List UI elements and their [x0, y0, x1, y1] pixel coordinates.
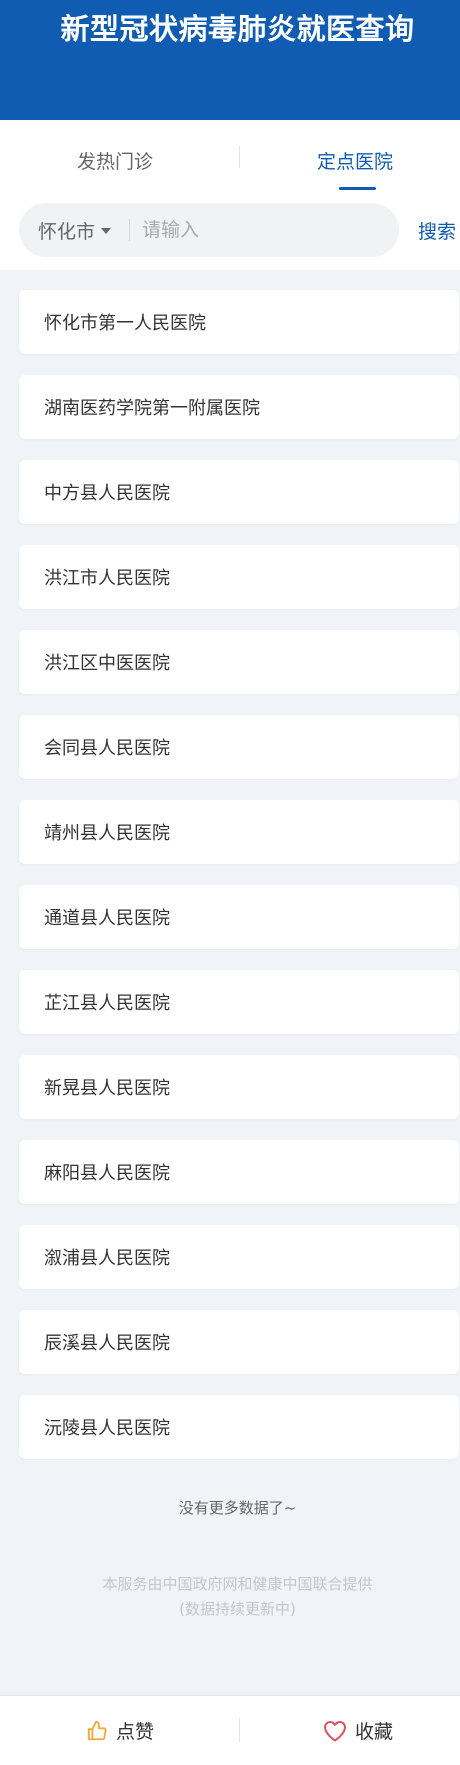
hospital-name: 洪江市人民医院 [44, 568, 170, 589]
hospital-name: 芷江县人民医院 [44, 993, 170, 1014]
hospital-item[interactable]: 会同县人民医院 [19, 715, 459, 779]
hospital-item[interactable]: 沅陵县人民医院 [19, 1395, 459, 1459]
hospital-name: 沅陵县人民医院 [44, 1418, 170, 1439]
service-note-line2: (数据持续更新中) [179, 1600, 296, 1618]
like-button[interactable]: 点赞 [86, 1696, 154, 1765]
caret-down-icon [101, 228, 112, 234]
hospital-item[interactable]: 新晃县人民医院 [19, 1055, 459, 1119]
search-box: 怀化市 [19, 203, 399, 257]
search-divider [129, 219, 130, 241]
bottom-bar-divider [239, 1718, 240, 1742]
page-title: 新型冠状病毒肺炎就医查询 [60, 12, 415, 46]
hospital-name: 中方县人民医院 [44, 483, 170, 504]
heart-icon [324, 1720, 346, 1741]
hospital-name: 湖南医药学院第一附属医院 [44, 398, 260, 419]
no-more-data: 没有更多数据了~ [178, 1499, 297, 1517]
hospital-item[interactable]: 湖南医药学院第一附属医院 [19, 375, 459, 439]
like-label: 点赞 [116, 1721, 155, 1743]
hospital-item[interactable]: 麻阳县人民医院 [19, 1140, 459, 1204]
page-header: 新型冠状病毒肺炎就医查询 [0, 0, 460, 120]
hospital-item[interactable]: 靖州县人民医院 [19, 800, 459, 864]
search-input[interactable] [142, 203, 382, 257]
hospital-item[interactable]: 通道县人民医院 [19, 885, 459, 949]
favorite-button[interactable]: 收藏 [323, 1696, 393, 1765]
service-note-line1: 本服务由中国政府网和健康中国联合提供 [102, 1575, 373, 1593]
hospital-item[interactable]: 洪江市人民医院 [19, 545, 459, 609]
tab-bar: 发热门诊 定点医院 [0, 120, 460, 200]
tab-fever-clinic[interactable]: 发热门诊 [0, 120, 230, 200]
active-tab-indicator [339, 187, 376, 190]
hospital-name: 新晃县人民医院 [44, 1078, 170, 1099]
hospital-name: 通道县人民医院 [44, 908, 170, 929]
hospital-item[interactable]: 中方县人民医院 [19, 460, 459, 524]
hospital-name: 怀化市第一人民医院 [44, 313, 206, 334]
hospital-name: 辰溪县人民医院 [44, 1333, 170, 1354]
bottom-bar: 点赞 收藏 [0, 1695, 460, 1765]
city-selector[interactable]: 怀化市 [38, 203, 112, 257]
hospital-name: 靖州县人民医院 [44, 823, 170, 844]
hospital-name: 麻阳县人民医院 [44, 1163, 170, 1184]
hospital-item[interactable]: 怀化市第一人民医院 [19, 290, 459, 354]
city-label: 怀化市 [38, 220, 96, 243]
hospital-item[interactable]: 溆浦县人民医院 [19, 1225, 459, 1289]
hospital-name: 洪江区中医医院 [44, 653, 170, 674]
hospital-item[interactable]: 辰溪县人民医院 [19, 1310, 459, 1374]
hospital-name: 溆浦县人民医院 [44, 1248, 170, 1269]
service-note: 本服务由中国政府网和健康中国联合提供 (数据持续更新中) [0, 1572, 460, 1622]
hospital-name: 会同县人民医院 [44, 738, 170, 759]
search-button[interactable]: 搜索 [418, 203, 456, 257]
tab-divider [239, 146, 240, 168]
favorite-label: 收藏 [355, 1721, 394, 1743]
thumbs-up-icon [87, 1720, 107, 1740]
hospital-item[interactable]: 芷江县人民医院 [19, 970, 459, 1034]
hospital-item[interactable]: 洪江区中医医院 [19, 630, 459, 694]
